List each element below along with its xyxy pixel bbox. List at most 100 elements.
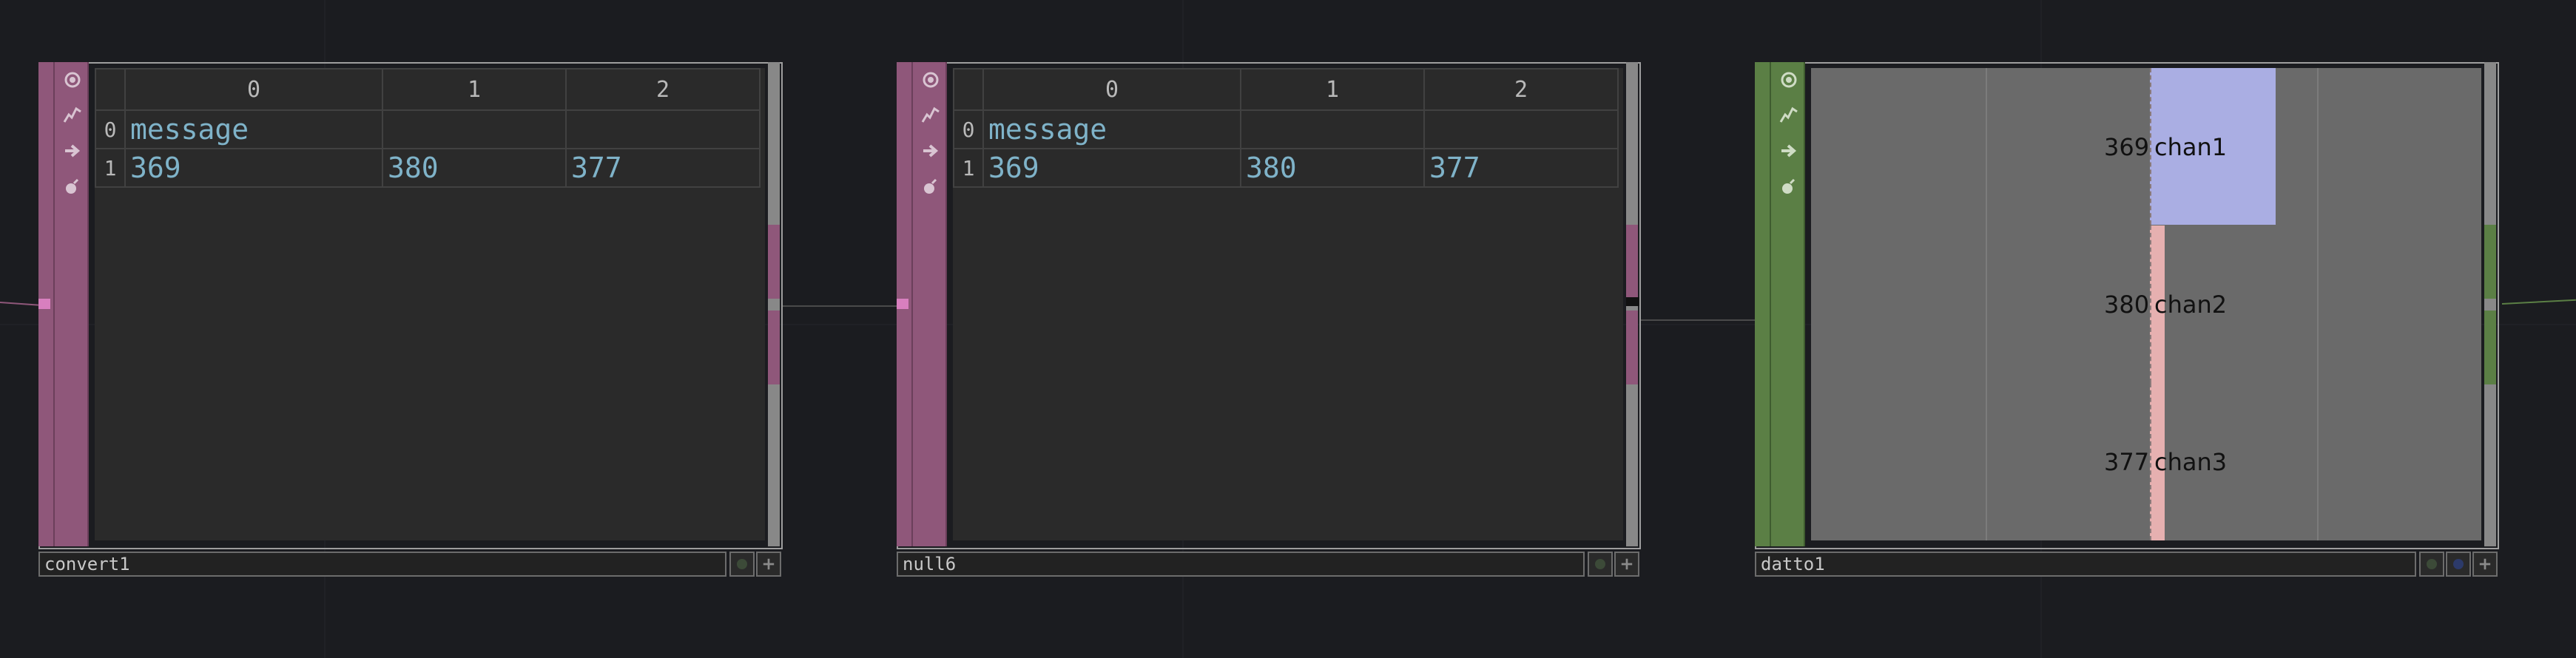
dat-table: 0 1 2 0 message 1 369 380 377	[953, 68, 1619, 188]
node-flag-rail	[911, 62, 947, 546]
row-header: 0	[953, 109, 984, 149]
node-info-button[interactable]	[1614, 552, 1639, 577]
node-info-button[interactable]	[756, 552, 781, 577]
output-connector-1[interactable]	[768, 225, 780, 299]
table-cell[interactable]: 369	[124, 148, 383, 188]
corner-cell	[95, 68, 126, 111]
plus-icon	[2479, 558, 2491, 570]
output-connector-2[interactable]	[2484, 311, 2496, 384]
target-icon	[64, 72, 81, 88]
node-display-button[interactable]	[2446, 552, 2471, 577]
node-datto1[interactable]: 369 chan1 380 chan2 377 chan3 datto1	[1755, 62, 2499, 580]
viewer-toggle-button[interactable]	[1776, 67, 1802, 93]
table-cell[interactable]	[1240, 109, 1425, 149]
input-connector[interactable]	[38, 299, 50, 309]
wire-incoming[interactable]	[0, 302, 38, 306]
wire-convert1-to-null6[interactable]	[783, 305, 898, 307]
chart-gridline	[2317, 68, 2319, 540]
row-header: 1	[953, 148, 984, 188]
status-dot-icon	[1595, 559, 1605, 569]
status-dot-icon	[2427, 559, 2437, 569]
output-strip	[2484, 62, 2496, 546]
bypass-flag-button[interactable]	[59, 173, 86, 200]
arrow-right-icon	[923, 144, 939, 157]
channel-viewer[interactable]: 369 chan1 380 chan2 377 chan3	[1811, 68, 2481, 540]
output-port-marker	[1626, 297, 1639, 306]
table-cell[interactable]	[1423, 109, 1619, 149]
table-cell[interactable]	[382, 109, 567, 149]
column-header: 0	[982, 68, 1241, 111]
pulse-icon	[1779, 106, 1798, 123]
chart-value-label: 377	[2104, 447, 2150, 476]
table-cell[interactable]	[565, 109, 761, 149]
viewer-toggle-button[interactable]	[917, 67, 944, 93]
input-connector[interactable]	[897, 299, 908, 309]
node-status-button[interactable]	[1588, 552, 1613, 577]
viewer-toggle-button[interactable]	[59, 67, 86, 93]
output-connector-2[interactable]	[1626, 311, 1638, 384]
column-header: 0	[124, 68, 383, 111]
table-cell[interactable]: 380	[382, 148, 567, 188]
bypass-flag-button[interactable]	[917, 173, 944, 200]
table-row: 1 369 380 377	[95, 148, 761, 188]
node-side-strip	[1755, 62, 1770, 546]
chart-channel-label: chan3	[2154, 447, 2228, 476]
output-strip	[768, 62, 780, 546]
column-header: 2	[565, 68, 761, 111]
node-name-label[interactable]: convert1	[38, 552, 726, 577]
cook-flag-button[interactable]	[59, 102, 86, 129]
table-row: 1 369 380 377	[953, 148, 1619, 188]
column-header: 1	[1240, 68, 1425, 111]
table-cell[interactable]: message	[124, 109, 383, 149]
table-viewer[interactable]: 0 1 2 0 message 1 369 380 377	[95, 68, 765, 540]
export-flag-button[interactable]	[917, 138, 944, 164]
status-dot-icon	[737, 559, 747, 569]
node-null6[interactable]: 0 1 2 0 message 1 369 380 377 null6	[897, 62, 1641, 580]
chart-channel-label: chan1	[2154, 132, 2228, 161]
display-dot-icon	[2453, 559, 2464, 569]
node-status-button[interactable]	[2419, 552, 2444, 577]
table-cell[interactable]: 377	[565, 148, 761, 188]
node-status-button[interactable]	[729, 552, 755, 577]
target-icon	[923, 72, 939, 88]
table-viewer[interactable]: 0 1 2 0 message 1 369 380 377	[953, 68, 1623, 540]
table-cell[interactable]: 377	[1423, 148, 1619, 188]
arrow-right-icon	[65, 144, 81, 157]
table-cell[interactable]: 380	[1240, 148, 1425, 188]
bomb-icon	[66, 178, 79, 194]
cook-flag-button[interactable]	[917, 102, 944, 129]
output-connector-2[interactable]	[768, 311, 780, 384]
chart-channel-label: chan2	[2154, 290, 2228, 319]
chart-value-label: 380	[2104, 290, 2150, 319]
output-connector-1[interactable]	[1626, 225, 1638, 299]
node-flag-rail	[1770, 62, 1805, 546]
plus-icon	[763, 558, 775, 570]
bypass-flag-button[interactable]	[1776, 173, 1802, 200]
cook-flag-button[interactable]	[1776, 102, 1802, 129]
node-convert1[interactable]: 0 1 2 0 message 1 369 380 377 convert1	[38, 62, 783, 580]
node-info-button[interactable]	[2472, 552, 2498, 577]
column-header: 2	[1423, 68, 1619, 111]
plus-icon	[1621, 558, 1633, 570]
chart-value-label: 369	[2104, 132, 2150, 161]
row-header: 0	[95, 109, 126, 149]
bomb-icon	[924, 178, 937, 194]
output-connector-1[interactable]	[2484, 225, 2496, 299]
node-flag-rail	[53, 62, 89, 546]
wire-outgoing[interactable]	[2501, 299, 2576, 305]
bomb-icon	[1782, 178, 1796, 194]
row-header: 1	[95, 148, 126, 188]
wire-null6-to-datto1[interactable]	[1641, 319, 1761, 321]
table-header-row: 0 1 2	[95, 68, 761, 111]
node-name-label[interactable]: null6	[897, 552, 1585, 577]
table-row: 0 message	[953, 109, 1619, 149]
dat-table: 0 1 2 0 message 1 369 380 377	[95, 68, 761, 188]
pulse-icon	[63, 106, 81, 123]
table-cell[interactable]: message	[982, 109, 1241, 149]
node-name-label[interactable]: datto1	[1755, 552, 2416, 577]
export-flag-button[interactable]	[59, 138, 86, 164]
export-flag-button[interactable]	[1776, 138, 1802, 164]
table-header-row: 0 1 2	[953, 68, 1619, 111]
table-cell[interactable]: 369	[982, 148, 1241, 188]
pulse-icon	[921, 106, 940, 123]
